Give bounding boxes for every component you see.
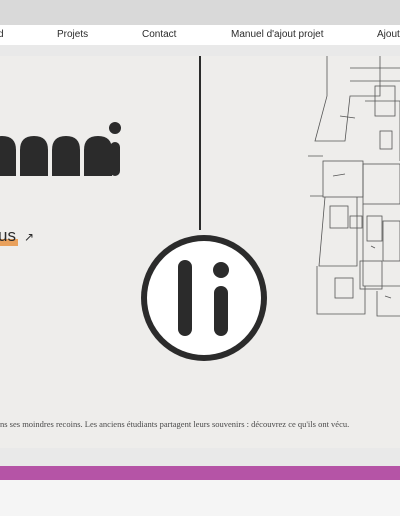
- main-nav: d Projets Contact Manuel d'ajout projet …: [0, 25, 400, 45]
- footer-area: [0, 480, 400, 516]
- floor-plan-drawing: [305, 56, 400, 321]
- nav-item-projets[interactable]: Projets: [57, 29, 88, 40]
- li-monogram-badge: [138, 232, 270, 364]
- browser-top-strip: [0, 0, 400, 25]
- accent-bar: [0, 466, 400, 480]
- nav-item-ajout[interactable]: Ajout: [377, 29, 400, 40]
- vertical-divider: [199, 56, 201, 230]
- arrow-up-right-icon: ↗: [24, 230, 35, 244]
- nav-item-truncated[interactable]: d: [0, 29, 4, 40]
- hero-caption: ns ses moindres recoins. Les anciens étu…: [0, 419, 350, 429]
- nav-item-contact[interactable]: Contact: [142, 29, 176, 40]
- about-link[interactable]: us: [0, 226, 18, 246]
- nav-item-manuel[interactable]: Manuel d'ajout projet: [231, 29, 324, 40]
- logo-wordmark: [0, 120, 130, 178]
- about-link-label: us: [0, 226, 16, 245]
